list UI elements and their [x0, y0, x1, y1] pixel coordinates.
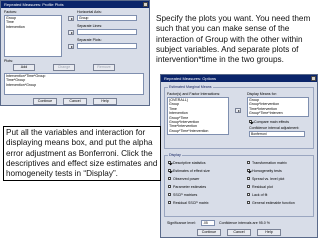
lack-of-fit-label: Lack of fit	[252, 192, 268, 197]
confidence-interval-text: Confidence intervals are 95.0 %	[219, 221, 270, 225]
lack-of-fit-checkbox[interactable]	[247, 193, 251, 197]
factor-item[interactable]: Group*Time*Intervention	[168, 129, 228, 133]
plots-list[interactable]: Intervention*Time*Group Time*Group Inter…	[4, 73, 144, 95]
parameter-estimates-label: Parameter estimates	[173, 184, 207, 189]
transformation-matrix-label: Transformation matrix	[252, 160, 287, 165]
significance-level-input[interactable]: .05	[201, 220, 215, 226]
profile-plots-title: Repeated Measures: Profile Plots	[4, 2, 64, 7]
factor-item[interactable]: Intervention	[5, 25, 61, 29]
profile-plots-dialog: Repeated Measures: Profile Plots Factors…	[0, 0, 150, 106]
emm-group-label: Estimated Marginal Means	[168, 85, 213, 89]
options-title: Repeated Measures: Options	[164, 76, 217, 81]
general-estimable-function-label: General estimable function	[252, 200, 295, 205]
display-means-list[interactable]: Group Group*Intervention Time*Interventi…	[247, 97, 309, 117]
horizontal-axis-label: Horizontal Axis:	[77, 10, 102, 14]
homogeneity-tests-label: Homogeneity tests	[252, 168, 282, 173]
horizontal-axis-arrow-button[interactable]	[68, 16, 74, 21]
effect-size-checkbox[interactable]	[168, 169, 172, 173]
remove-plot-button[interactable]: Remove	[93, 64, 115, 71]
separate-lines-arrow-button[interactable]	[68, 30, 74, 35]
display-means-label: Display Means for:	[247, 92, 277, 96]
ci-adjustment-label: Confidence interval adjustment:	[249, 126, 300, 130]
options-dialog: Repeated Measures: Options Estimated Mar…	[160, 74, 318, 238]
residual-sscp-checkbox[interactable]	[168, 201, 172, 205]
residual-plot-checkbox[interactable]	[247, 185, 251, 189]
factor-interactions-list[interactable]: (OVERALL) Group Time Intervention Group*…	[167, 97, 229, 135]
display-means-item[interactable]: Group*Time*Interven	[248, 111, 308, 115]
horizontal-axis-field[interactable]: Group	[77, 15, 137, 21]
cancel-button[interactable]: Cancel	[63, 98, 87, 105]
add-plot-button[interactable]: Add	[13, 64, 35, 71]
residual-plot-label: Residual plot	[252, 184, 273, 189]
parameter-estimates-checkbox[interactable]	[168, 185, 172, 189]
options-instruction-note: Put all the variables and interaction fo…	[3, 126, 161, 182]
factors-label: Factors:	[4, 10, 17, 14]
observed-power-checkbox[interactable]	[168, 177, 172, 181]
factors-list[interactable]: Group Time Intervention	[4, 15, 62, 57]
cancel-button[interactable]: Cancel	[227, 229, 251, 236]
separate-lines-field[interactable]	[77, 29, 137, 35]
residual-sscp-label: Residual SSCP matrix	[173, 200, 209, 205]
factor-interactions-label: Factor(s) and Factor Interactions:	[167, 92, 221, 96]
homogeneity-tests-checkbox[interactable]	[247, 169, 251, 173]
display-group-label: Display	[168, 153, 182, 157]
descriptive-statistics-label: Descriptive statistics	[173, 160, 206, 165]
sscp-matrices-label: SSCP matrices	[173, 192, 198, 197]
emm-group: Estimated Marginal Means Factor(s) and F…	[164, 85, 314, 149]
change-plot-button[interactable]: Change	[53, 64, 75, 71]
compare-main-effects-label: Compare main effects	[254, 119, 290, 124]
plots-label: Plots:	[4, 59, 13, 63]
ci-adjustment-select[interactable]: Bonferroni	[249, 131, 305, 137]
spread-vs-level-checkbox[interactable]	[247, 177, 251, 181]
separate-plots-field[interactable]	[77, 43, 137, 49]
spread-vs-level-label: Spread vs. level plot	[252, 176, 285, 181]
separate-plots-label: Separate Plots:	[77, 38, 102, 42]
continue-button[interactable]: Continue	[197, 229, 221, 236]
continue-button[interactable]: Continue	[33, 98, 57, 105]
close-icon[interactable]	[143, 2, 148, 7]
sscp-matrices-checkbox[interactable]	[168, 193, 172, 197]
observed-power-label: Observed power	[173, 176, 200, 181]
descriptive-statistics-checkbox[interactable]	[168, 161, 172, 165]
separate-lines-label: Separate Lines:	[77, 24, 103, 28]
help-button[interactable]: Help	[257, 229, 281, 236]
close-icon[interactable]	[311, 76, 316, 81]
plot-item[interactable]: Intervention*Group	[5, 83, 143, 87]
move-to-display-means-button[interactable]	[235, 108, 241, 113]
display-group: Display Descriptive statistics Estimates…	[164, 153, 314, 217]
options-titlebar: Repeated Measures: Options	[161, 75, 317, 82]
profile-plots-titlebar: Repeated Measures: Profile Plots	[1, 1, 149, 8]
compare-main-effects-checkbox[interactable]	[249, 120, 253, 124]
general-estimable-function-checkbox[interactable]	[247, 201, 251, 205]
significance-level-label: Significance level:	[167, 221, 196, 225]
transformation-matrix-checkbox[interactable]	[247, 161, 251, 165]
help-button[interactable]: Help	[93, 98, 117, 105]
plots-instruction-note: Specify the plots you want. You need the…	[156, 14, 316, 66]
separate-plots-arrow-button[interactable]	[68, 44, 74, 49]
effect-size-label: Estimates of effect size	[173, 168, 210, 173]
